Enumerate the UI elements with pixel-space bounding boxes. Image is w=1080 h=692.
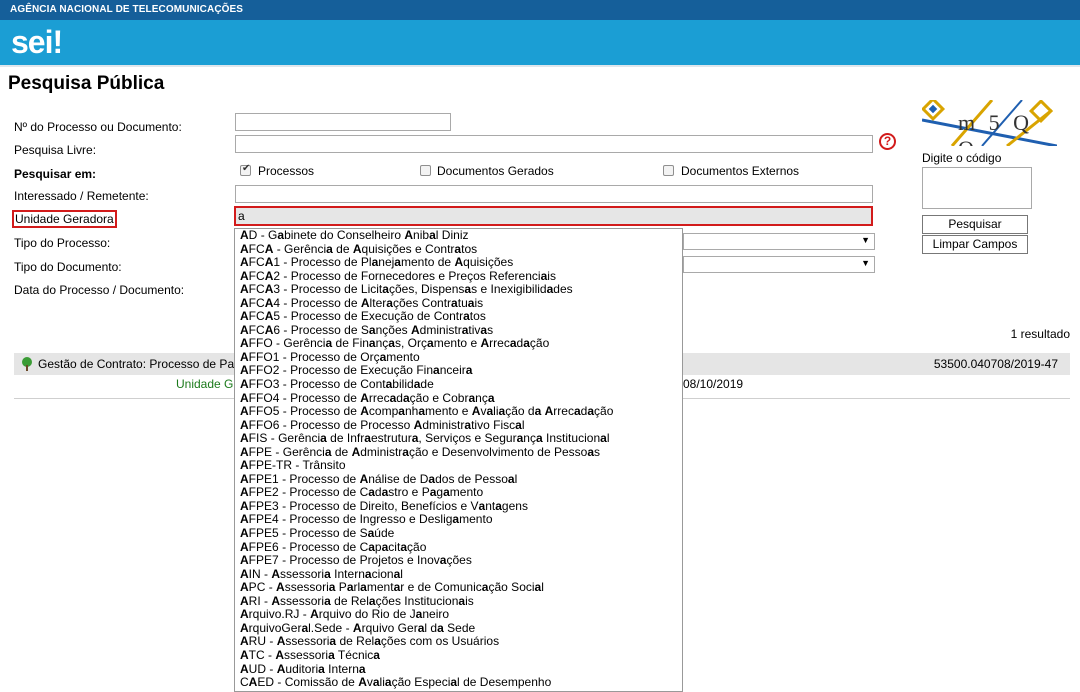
- chevron-down-icon: ▼: [861, 258, 870, 268]
- unidade-geradora-input[interactable]: a: [234, 206, 873, 226]
- captcha-label: Digite o código: [922, 151, 1002, 165]
- autocomplete-option[interactable]: AFIS - Gerência de Infraestrutura, Servi…: [235, 431, 682, 446]
- autocomplete-option[interactable]: ArquivoGeral.Sede - Arquivo Geral da Sed…: [235, 621, 682, 636]
- autocomplete-option[interactable]: AUD - Auditoria Interna: [235, 662, 682, 677]
- autocomplete-option[interactable]: AFCA1 - Processo de Planejamento de Aqui…: [235, 255, 682, 270]
- autocomplete-option[interactable]: AFFO6 - Processo de Processo Administrat…: [235, 418, 682, 433]
- autocomplete-option[interactable]: CAED - Comissão de Avaliação Especial de…: [235, 675, 682, 690]
- checkbox-documentos-gerados[interactable]: [420, 165, 431, 176]
- checkbox-documentos-gerados-label: Documentos Gerados: [437, 164, 554, 178]
- processo-doc-input[interactable]: [235, 113, 451, 131]
- autocomplete-option[interactable]: APC - Assessoria Parlamentar e de Comuni…: [235, 580, 682, 595]
- autocomplete-option[interactable]: AFPE2 - Processo de Cadastro e Pagamento: [235, 486, 682, 500]
- autocomplete-option[interactable]: AFFO3 - Processo de Contabilidade: [235, 377, 682, 392]
- autocomplete-option[interactable]: AFFO4 - Processo de Arrecadação e Cobran…: [235, 391, 682, 406]
- pesquisar-em-label: Pesquisar em:: [14, 167, 97, 181]
- result-date: 08/10/2019: [683, 377, 744, 391]
- autocomplete-option[interactable]: AFPE6 - Processo de Capacitação: [235, 540, 682, 555]
- checkbox-documentos-externos[interactable]: [663, 165, 674, 176]
- autocomplete-option[interactable]: AFCA3 - Processo de Licitações, Dispensa…: [235, 282, 682, 297]
- autocomplete-option[interactable]: AD - Gabinete do Conselheiro Anibal Dini…: [235, 229, 682, 243]
- checkbox-processos-label: Processos: [258, 164, 315, 178]
- autocomplete-option[interactable]: AIN - Assessoria Internacional: [235, 567, 682, 582]
- result-process-number[interactable]: 53500.040708/2019-47: [934, 357, 1058, 371]
- captcha-text: m 5 Q Q: [958, 110, 1033, 146]
- autocomplete-option[interactable]: AFCA6 - Processo de Sanções Administrati…: [235, 323, 682, 338]
- autocomplete-option[interactable]: AFPE - Gerência de Administração e Desen…: [235, 445, 682, 460]
- autocomplete-option[interactable]: AFCA4 - Processo de Alterações Contratua…: [235, 296, 682, 311]
- captcha-image: m 5 Q Q: [922, 100, 1057, 146]
- autocomplete-option[interactable]: AFCA - Gerência de Aquisições e Contrato…: [235, 242, 682, 257]
- autocomplete-option[interactable]: AFFO2 - Processo de Execução Financeira: [235, 364, 682, 378]
- pesquisa-livre-input[interactable]: [235, 135, 873, 153]
- autocomplete-option[interactable]: AFFO1 - Processo de Orçamento: [235, 350, 682, 365]
- pesquisar-button[interactable]: Pesquisar: [922, 215, 1028, 234]
- sei-logo: sei!: [11, 24, 63, 60]
- checkbox-processos[interactable]: [240, 163, 251, 176]
- unidade-autocomplete-list[interactable]: AD - Gabinete do Conselheiro Anibal Dini…: [234, 228, 683, 692]
- chevron-down-icon: ▼: [861, 235, 870, 245]
- autocomplete-option[interactable]: AFFO5 - Processo de Acompanhamento e Ava…: [235, 404, 682, 419]
- interessado-input[interactable]: [235, 185, 873, 203]
- interessado-label: Interessado / Remetente:: [14, 189, 149, 203]
- unidade-geradora-label: Unidade Geradora: [12, 210, 117, 228]
- autocomplete-option[interactable]: AFPE-TR - Trânsito: [235, 459, 682, 473]
- agency-name: AGÊNCIA NACIONAL DE TELECOMUNICAÇÕES: [10, 4, 244, 15]
- autocomplete-option[interactable]: AFPE7 - Processo de Projetos e Inovações: [235, 553, 682, 568]
- tree-icon: [22, 357, 32, 371]
- data-processo-label: Data do Processo / Documento:: [14, 283, 185, 297]
- result-title-link[interactable]: Gestão de Contrato: Processo de Pag: [38, 357, 241, 371]
- autocomplete-option[interactable]: ARU - Assessoria de Relações com os Usuá…: [235, 635, 682, 649]
- autocomplete-option[interactable]: AFPE3 - Processo de Direito, Benefícios …: [235, 499, 682, 514]
- limpar-campos-button[interactable]: Limpar Campos: [922, 235, 1028, 254]
- autocomplete-option[interactable]: AFCA5 - Processo de Execução de Contrato…: [235, 310, 682, 324]
- captcha-input[interactable]: [922, 167, 1032, 209]
- top-bar: AGÊNCIA NACIONAL DE TELECOMUNICAÇÕES: [0, 0, 1080, 20]
- question-circle-icon[interactable]: ?: [879, 133, 896, 150]
- tipo-documento-label: Tipo do Documento:: [14, 260, 122, 274]
- autocomplete-option[interactable]: ARI - Assessoria de Relações Institucion…: [235, 594, 682, 609]
- autocomplete-option[interactable]: AFPE5 - Processo de Saúde: [235, 526, 682, 541]
- result-unit: Unidade G: [176, 377, 234, 391]
- page-title: Pesquisa Pública: [8, 73, 165, 94]
- tipo-processo-select[interactable]: ▼: [683, 233, 875, 250]
- header-divider: [0, 65, 1080, 67]
- autocomplete-option[interactable]: AFPE1 - Processo de Análise de Dados de …: [235, 472, 682, 487]
- brand-bar: sei!: [0, 20, 1080, 65]
- autocomplete-option[interactable]: AFCA2 - Processo de Fornecedores e Preço…: [235, 269, 682, 284]
- autocomplete-option[interactable]: AFFO - Gerência de Finanças, Orçamento e…: [235, 337, 682, 351]
- result-count: 1 resultado: [1010, 327, 1070, 341]
- autocomplete-option[interactable]: AFPE4 - Processo de Ingresso e Desligame…: [235, 513, 682, 527]
- autocomplete-option[interactable]: Arquivo.RJ - Arquivo do Rio de Janeiro: [235, 608, 682, 622]
- pesquisa-livre-label: Pesquisa Livre:: [14, 143, 97, 157]
- processo-doc-label: Nº do Processo ou Documento:: [14, 120, 182, 134]
- tipo-documento-select[interactable]: ▼: [683, 256, 875, 273]
- autocomplete-option[interactable]: ATC - Assessoria Técnica: [235, 648, 682, 663]
- checkbox-documentos-externos-label: Documentos Externos: [681, 164, 800, 178]
- tipo-processo-label: Tipo do Processo:: [14, 236, 111, 250]
